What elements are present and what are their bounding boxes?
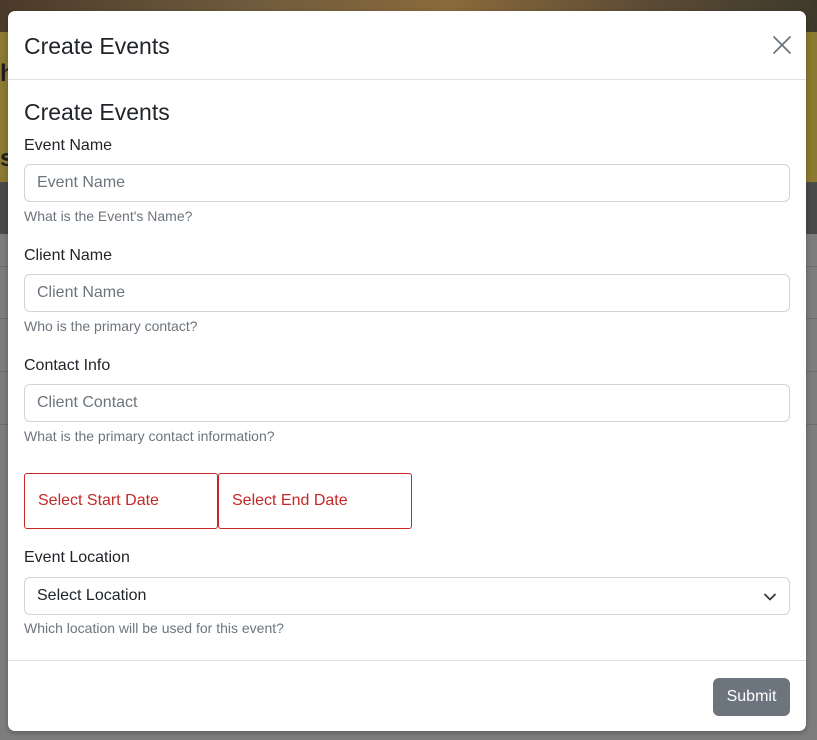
client-name-label: Client Name	[24, 247, 113, 264]
chevron-down-icon	[764, 593, 776, 601]
event-location-label: Event Location	[24, 549, 130, 566]
create-events-modal: Create Events Create Events Event Name W…	[8, 11, 806, 731]
select-end-date-button[interactable]: Select End Date	[218, 473, 412, 529]
client-name-help: Who is the primary contact?	[24, 318, 198, 334]
event-location-select[interactable]: Select Location	[24, 577, 790, 615]
modal-title: Create Events	[24, 33, 170, 59]
contact-info-help: What is the primary contact information?	[24, 428, 275, 444]
event-location-help: Which location will be used for this eve…	[24, 620, 284, 636]
event-name-input[interactable]	[24, 164, 790, 202]
event-name-help: What is the Event's Name?	[24, 208, 193, 224]
modal-header: Create Events	[8, 11, 806, 80]
client-name-input[interactable]	[24, 274, 790, 312]
submit-button[interactable]: Submit	[713, 678, 790, 716]
close-icon	[773, 36, 791, 54]
event-name-label: Event Name	[24, 137, 113, 154]
contact-info-input[interactable]	[24, 384, 790, 422]
close-button[interactable]	[770, 33, 794, 57]
select-start-date-button[interactable]: Select Start Date	[24, 473, 218, 529]
event-location-selected-value: Select Location	[37, 587, 147, 604]
contact-info-label: Contact Info	[24, 357, 111, 374]
modal-footer: Submit	[8, 660, 806, 731]
form-heading: Create Events	[24, 99, 170, 125]
